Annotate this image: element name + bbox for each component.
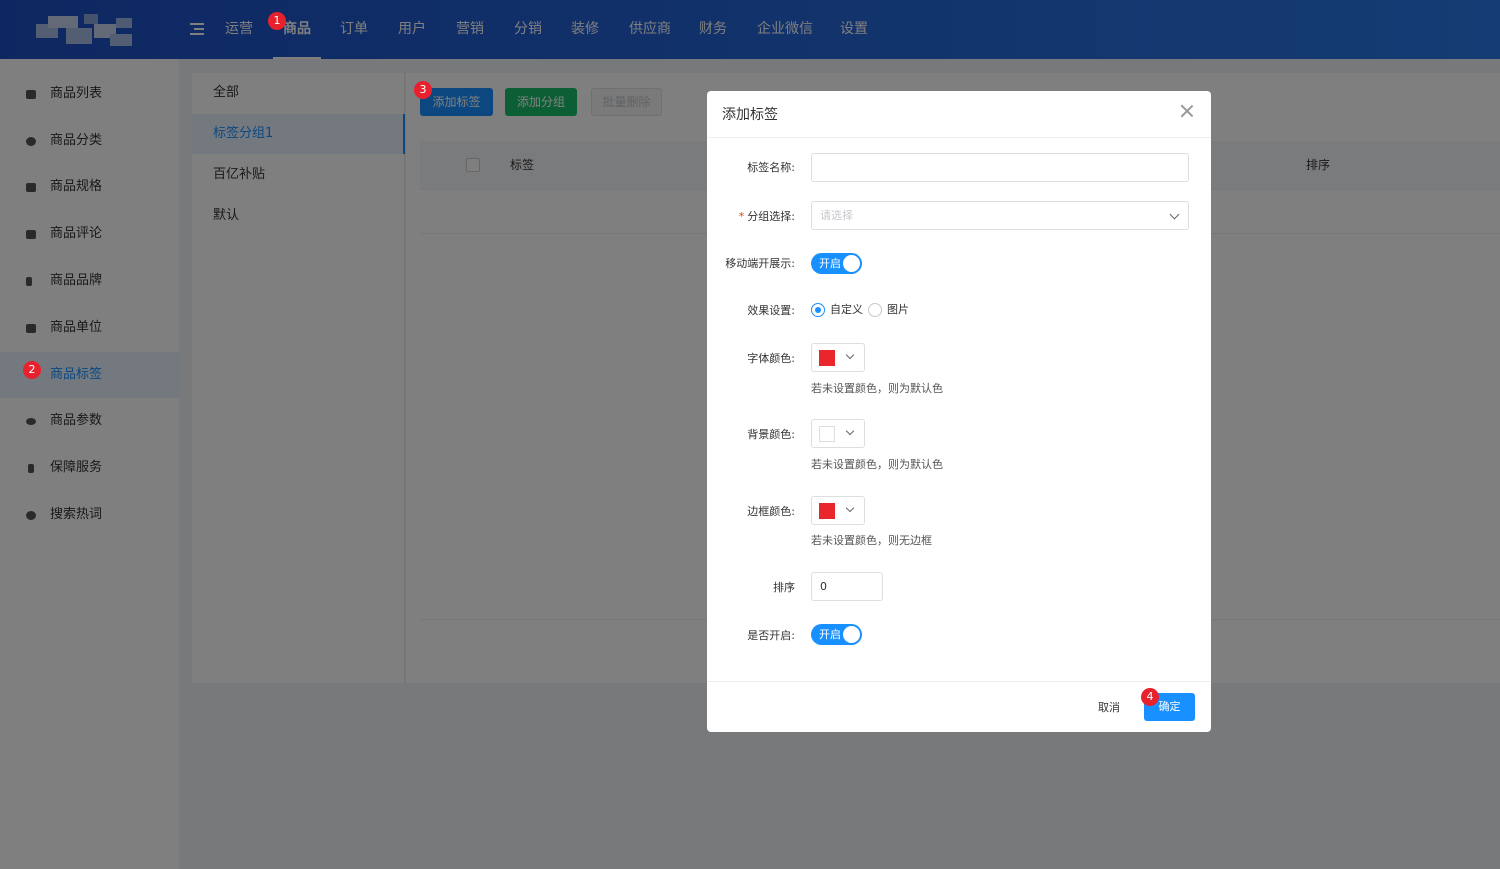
sort-input[interactable]: 0 (811, 572, 883, 601)
effect-custom-radio[interactable]: 自定义 (811, 302, 863, 318)
dialog-title: 添加标签 (722, 107, 778, 123)
border-color-hint: 若未设置颜色，则无边框 (811, 534, 932, 547)
bg-color-swatch (819, 426, 835, 442)
mobile-display-switch[interactable]: 开启 (811, 253, 862, 274)
bg-color-label: 背景颜色: (747, 428, 795, 441)
dialog-header-divider (707, 137, 1211, 138)
step-badge-3: 3 (414, 81, 432, 99)
switch-knob (843, 626, 860, 643)
switch-text: 开启 (819, 628, 841, 641)
effect-radio-group: 自定义 图片 (811, 302, 931, 318)
tag-name-input[interactable] (811, 153, 1189, 182)
chevron-down-icon (845, 350, 855, 360)
enabled-switch[interactable]: 开启 (811, 624, 862, 645)
effect-label: 效果设置: (747, 304, 795, 317)
bg-color-picker[interactable] (811, 419, 865, 448)
step-badge-4: 4 (1141, 688, 1159, 706)
cancel-button[interactable]: 取消 (1089, 694, 1129, 722)
add-tag-dialog: 添加标签 标签名称: * 分组选择: 请选择 移动端开展示: 开启 效果设置: 自… (707, 91, 1211, 732)
border-color-picker[interactable] (811, 496, 865, 525)
chevron-down-icon (845, 426, 855, 436)
effect-image-radio[interactable]: 图片 (868, 302, 909, 318)
font-color-hint: 若未设置颜色，则为默认色 (811, 382, 943, 395)
tag-name-label: 标签名称: (747, 161, 795, 174)
bg-color-hint: 若未设置颜色，则为默认色 (811, 458, 943, 471)
chevron-down-icon (1169, 209, 1180, 220)
sort-label: 排序 (773, 581, 795, 594)
font-color-label: 字体颜色: (747, 352, 795, 365)
step-badge-1: 1 (268, 12, 286, 30)
group-select[interactable]: 请选择 (811, 201, 1189, 230)
group-select-label: * 分组选择: (738, 210, 795, 223)
step-badge-2: 2 (23, 361, 41, 379)
switch-text: 开启 (819, 257, 841, 270)
font-color-picker[interactable] (811, 343, 865, 372)
chevron-down-icon (845, 503, 855, 513)
font-color-swatch (819, 350, 835, 366)
switch-knob (843, 255, 860, 272)
group-select-placeholder: 请选择 (820, 209, 853, 222)
border-color-swatch (819, 503, 835, 519)
close-icon[interactable] (1180, 104, 1194, 118)
mobile-display-label: 移动端开展示: (725, 257, 795, 270)
border-color-label: 边框颜色: (747, 505, 795, 518)
enabled-label: 是否开启: (747, 629, 795, 642)
dialog-footer-divider (707, 681, 1211, 682)
